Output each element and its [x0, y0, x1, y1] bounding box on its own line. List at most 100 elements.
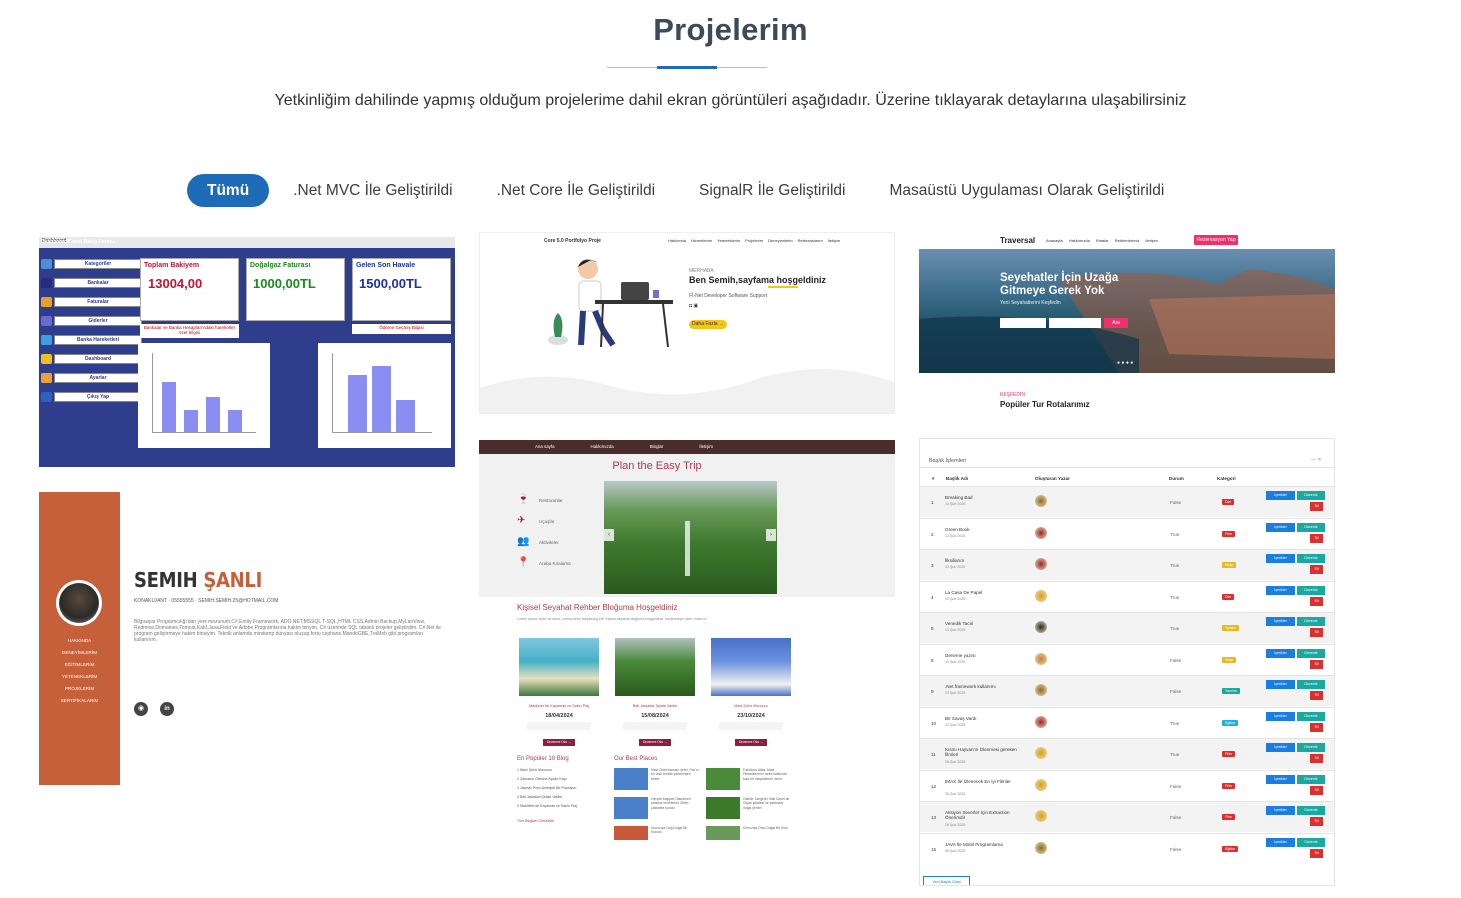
edit-button[interactable]: Düzenle	[1297, 774, 1325, 784]
nav-link[interactable]: Hakkımızda	[591, 444, 614, 449]
read-more-button[interactable]: Devamını Oku →	[543, 739, 575, 746]
edit-button[interactable]: Düzenle	[1297, 585, 1325, 595]
nav-link[interactable]: Deneyimlerim	[768, 238, 792, 243]
edit-button[interactable]: Düzenle	[1297, 617, 1325, 626]
project-card-desktop[interactable]: Dashboard Dashboard/Genel Bakış Formu Ka…	[39, 237, 455, 467]
view-button[interactable]: İçerikler	[1266, 680, 1295, 689]
menu-button[interactable]: Dashboard	[54, 354, 142, 364]
nav-link[interactable]: İletişim	[1145, 238, 1157, 243]
blog-post-card[interactable]: Bali Jawaiiwi Şelale Vadisi 15/08/2024 Dev…	[615, 638, 695, 750]
project-card-traversal[interactable]: Traversal Anasayfa Hakkımızda Rotalar Rehbe…	[919, 232, 1335, 414]
best-place-item[interactable]: Kırmızıya Dolu Doğal Bir Kule	[706, 826, 794, 840]
best-place-item[interactable]: Gerçek kaşiyeti Olaudmen şelalesi nehirl…	[614, 797, 702, 821]
menu-button[interactable]: Kategoriler	[54, 259, 142, 269]
view-button[interactable]: İçerikler	[1266, 837, 1295, 847]
nav-link[interactable]: Anasayfa	[1046, 238, 1063, 243]
filter-net-core[interactable]: .Net Core İle Geliştirildi	[475, 174, 678, 207]
popular-item[interactable]: 5 Maldivler'de Kaçamak ve Sakin Plaj	[517, 804, 601, 808]
delete-button[interactable]: Sil	[1310, 533, 1323, 543]
nav-link[interactable]: Hizmetlerim	[691, 238, 712, 243]
cv-nav-link[interactable]: SERTİFİKALARIM	[39, 695, 120, 707]
search-field-1[interactable]	[1000, 318, 1046, 328]
delete-button[interactable]: Sil	[1310, 785, 1323, 795]
edit-button[interactable]: Düzenle	[1297, 837, 1325, 847]
view-button[interactable]: İçerikler	[1266, 585, 1295, 595]
cv-nav-link[interactable]: PROJELERİM	[39, 683, 120, 695]
filter-signalr[interactable]: SignalR İle Geliştirildi	[677, 174, 867, 207]
panel-controls[interactable]: — ✕	[1311, 457, 1322, 463]
filter-all[interactable]: Tümü	[187, 174, 270, 207]
cv-nav-link[interactable]: EĞİTİMLERİM	[39, 659, 120, 671]
view-button[interactable]: İçerikler	[1266, 774, 1295, 784]
nav-link[interactable]: Referanslarım	[798, 238, 823, 243]
carousel-prev[interactable]: ‹	[604, 529, 614, 541]
blog-post-card[interactable]: Mavi Şehir Morocco 23/10/2024 Devamını Oku…	[711, 638, 791, 750]
reservation-button[interactable]: Rezervasyon Yap	[1194, 235, 1238, 245]
cv-nav-link[interactable]: HAKKINDA	[39, 635, 120, 647]
best-place-item[interactable]: Fabulous Atlas. Mavi Hissedilen'nin tari…	[706, 768, 794, 792]
nav-link[interactable]: İletişim	[828, 238, 840, 243]
view-button[interactable]: İçerikler	[1266, 491, 1295, 500]
delete-button[interactable]: Sil	[1310, 502, 1323, 511]
delete-button[interactable]: Sil	[1310, 659, 1323, 669]
more-button[interactable]: Daha Fazla →	[689, 320, 727, 329]
carousel-next[interactable]: ›	[766, 529, 776, 541]
popular-item[interactable]: 3 Jasovic Porti-Ambiyeli Bir Pansiyon	[517, 786, 601, 790]
edit-button[interactable]: Düzenle	[1297, 491, 1325, 500]
cv-nav-link[interactable]: YETENEKLERİM	[39, 671, 120, 683]
menu-button[interactable]: Bankalar	[54, 278, 142, 288]
filter-desktop[interactable]: Masaüstü Uygulaması Olarak Geliştirildi	[867, 174, 1186, 207]
edit-button[interactable]: Düzenle	[1297, 806, 1325, 815]
nav-link[interactable]: Projelerim	[745, 238, 763, 243]
read-more-button[interactable]: Devamını Oku →	[735, 739, 767, 746]
blog-post-card[interactable]: Maldivler'de Kaçamak ve Sakin Plaj 18/04/…	[519, 638, 599, 750]
view-button[interactable]: İçerikler	[1266, 648, 1295, 658]
edit-button[interactable]: Düzenle	[1297, 522, 1325, 532]
view-button[interactable]: İçerikler	[1266, 522, 1295, 532]
delete-button[interactable]: Sil	[1310, 817, 1323, 826]
nav-link[interactable]: İletişim	[699, 444, 713, 449]
delete-button[interactable]: Sil	[1310, 565, 1323, 574]
menu-button[interactable]: Faturalar	[54, 297, 142, 307]
menu-button[interactable]: Giderler	[54, 316, 142, 326]
menu-button[interactable]: Çıkış Yap	[54, 392, 142, 402]
search-field-2[interactable]	[1049, 318, 1101, 328]
view-button[interactable]: İçerikler	[1266, 806, 1295, 815]
menu-button[interactable]: Banka Hareketleri	[54, 335, 142, 345]
delete-button[interactable]: Sil	[1310, 628, 1323, 637]
nav-link[interactable]: Hakkımızda	[1069, 238, 1090, 243]
project-card-travel-blog[interactable]: Ana sayfa Hakkımızda Bloglar İletişim Plan …	[479, 440, 895, 840]
side-item[interactable]: 📍 Araba Kiralama	[517, 555, 601, 573]
nav-link[interactable]: Ana sayfa	[535, 444, 555, 449]
edit-button[interactable]: Düzenle	[1297, 648, 1325, 658]
edit-button[interactable]: Düzenle	[1297, 743, 1325, 752]
new-title-button[interactable]: Yeni Başlık Girişi	[923, 876, 970, 885]
delete-button[interactable]: Sil	[1310, 754, 1323, 763]
nav-link[interactable]: Rehberlerimiz	[1115, 238, 1140, 243]
view-button[interactable]: İçerikler	[1266, 743, 1295, 752]
view-button[interactable]: İçerikler	[1266, 617, 1295, 626]
view-button[interactable]: İçerikler	[1266, 711, 1295, 721]
read-more-button[interactable]: Devamını Oku →	[639, 739, 671, 746]
carousel-dots[interactable]: ● ● ● ●	[1117, 360, 1133, 366]
nav-link[interactable]: Rotalar	[1096, 238, 1109, 243]
menu-button[interactable]: Ayarlar	[54, 373, 142, 383]
project-card-admin-table[interactable]: Başlık İşlemleri — ✕ # Başlık Adı Oluştu…	[919, 438, 1335, 886]
delete-button[interactable]: Sil	[1310, 596, 1323, 606]
edit-button[interactable]: Düzenle	[1297, 711, 1325, 721]
edit-button[interactable]: Düzenle	[1297, 680, 1325, 689]
cv-nav-link[interactable]: DENEYİMLERİM	[39, 647, 120, 659]
side-item[interactable]: ✈ Uçuşlar	[517, 513, 601, 531]
best-place-item[interactable]: Kırmızıya Doğ Doğal Bir Kukuru	[614, 826, 702, 840]
best-place-item[interactable]: Mavi Chefchaouen şehri, Fas'ın en ünlü t…	[614, 768, 702, 792]
delete-button[interactable]: Sil	[1310, 722, 1323, 732]
popular-item[interactable]: 1 Mavi Şehir Morocco	[517, 768, 601, 772]
best-place-item[interactable]: Olabilir Jaegerin. Bali Cavel de Giyan ş…	[706, 797, 794, 821]
delete-button[interactable]: Sil	[1310, 848, 1323, 858]
view-button[interactable]: İçerikler	[1266, 554, 1295, 563]
social-icons[interactable]: ◘ ▣	[689, 303, 698, 309]
nav-link[interactable]: Hakkımda	[668, 238, 686, 243]
github-icon[interactable]: ◉	[134, 702, 148, 716]
project-card-portfolio[interactable]: Core 5.0 Portfolyo Proje Hakkımda Hizmetl…	[479, 232, 895, 414]
popular-item[interactable]: 4 Bali Jawaiiwi Şelale Vadisi	[517, 795, 601, 799]
